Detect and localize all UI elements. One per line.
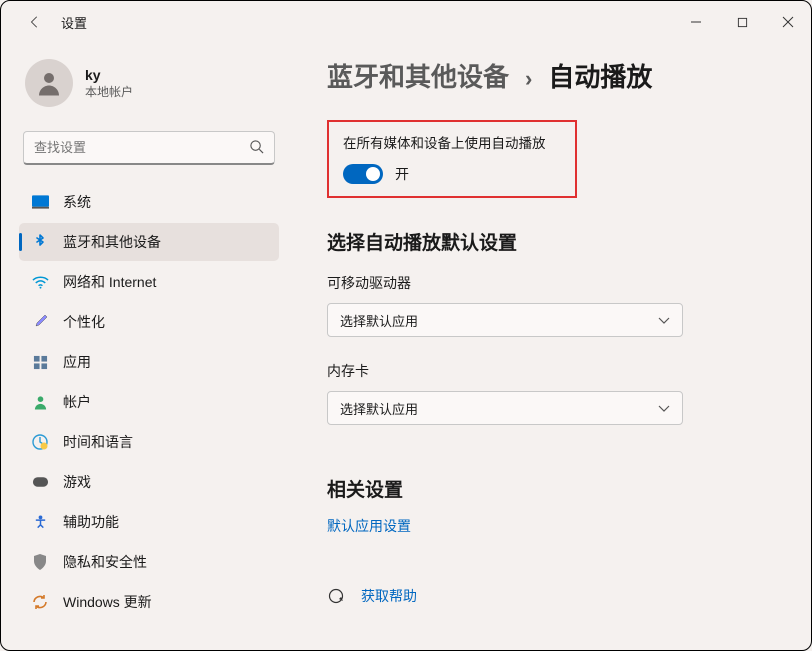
sidebar-item-personalization[interactable]: 个性化 (19, 303, 279, 341)
memory-card-field: 内存卡 选择默认应用 (327, 361, 783, 425)
sidebar-item-apps[interactable]: 应用 (19, 343, 279, 381)
account-block[interactable]: ky 本地帐户 (19, 53, 279, 121)
select-value: 选择默认应用 (340, 311, 418, 330)
removable-drive-field: 可移动驱动器 选择默认应用 (327, 273, 783, 337)
help-icon (327, 587, 345, 605)
search-icon (249, 139, 265, 155)
toggle-state-text: 开 (395, 164, 409, 184)
account-type: 本地帐户 (85, 83, 133, 100)
autoplay-label: 在所有媒体和设备上使用自动播放 (343, 132, 561, 152)
sidebar-item-update[interactable]: Windows 更新 (19, 583, 279, 621)
sidebar-item-system[interactable]: 系统 (19, 183, 279, 221)
shield-icon (31, 553, 49, 571)
sidebar-item-label: 帐户 (63, 392, 91, 412)
page-title: 自动播放 (548, 57, 652, 94)
search-input[interactable] (23, 131, 275, 165)
sidebar-item-label: 蓝牙和其他设备 (63, 232, 161, 252)
sidebar-item-label: 个性化 (63, 312, 105, 332)
chevron-down-icon (658, 401, 670, 416)
search-wrap (23, 131, 275, 165)
accessibility-icon (31, 513, 49, 531)
autoplay-toggle[interactable] (343, 164, 383, 184)
system-icon (31, 193, 49, 211)
brush-icon (31, 313, 49, 331)
window-controls (673, 6, 811, 38)
globe-clock-icon (31, 433, 49, 451)
removable-drive-label: 可移动驱动器 (327, 273, 783, 293)
wifi-icon (31, 273, 49, 291)
help-row[interactable]: 获取帮助 (327, 586, 783, 606)
nav: 系统 蓝牙和其他设备 网络和 Internet 个性化 应用 帐户 (19, 183, 279, 621)
autoplay-setting-highlighted: 在所有媒体和设备上使用自动播放 开 (327, 120, 577, 198)
memory-card-label: 内存卡 (327, 361, 783, 381)
avatar (25, 59, 73, 107)
sidebar-item-accessibility[interactable]: 辅助功能 (19, 503, 279, 541)
breadcrumb: 蓝牙和其他设备 › 自动播放 (327, 57, 783, 94)
chevron-down-icon (658, 313, 670, 328)
defaults-header: 选择自动播放默认设置 (327, 228, 783, 255)
chevron-right-icon: › (525, 66, 532, 92)
memory-card-select[interactable]: 选择默认应用 (327, 391, 683, 425)
minimize-button[interactable] (673, 6, 719, 38)
sidebar-item-label: 应用 (63, 352, 91, 372)
sidebar-item-label: 隐私和安全性 (63, 552, 147, 572)
close-button[interactable] (765, 6, 811, 38)
apps-icon (31, 353, 49, 371)
window-title: 设置 (61, 13, 87, 32)
select-value: 选择默认应用 (340, 399, 418, 418)
sidebar-item-network[interactable]: 网络和 Internet (19, 263, 279, 301)
sidebar-item-bluetooth[interactable]: 蓝牙和其他设备 (19, 223, 279, 261)
update-icon (31, 593, 49, 611)
titlebar: 设置 (1, 1, 811, 43)
back-button[interactable] (19, 6, 51, 38)
sidebar-item-time-language[interactable]: 时间和语言 (19, 423, 279, 461)
bluetooth-icon (31, 233, 49, 251)
sidebar-item-label: Windows 更新 (63, 592, 152, 612)
sidebar-item-label: 网络和 Internet (63, 272, 156, 292)
default-apps-link[interactable]: 默认应用设置 (327, 516, 783, 536)
sidebar-item-privacy[interactable]: 隐私和安全性 (19, 543, 279, 581)
main-content: 蓝牙和其他设备 › 自动播放 在所有媒体和设备上使用自动播放 开 选择自动播放默… (291, 43, 811, 650)
gamepad-icon (31, 473, 49, 491)
breadcrumb-parent[interactable]: 蓝牙和其他设备 (327, 57, 509, 94)
sidebar-item-accounts[interactable]: 帐户 (19, 383, 279, 421)
sidebar: ky 本地帐户 系统 蓝牙和其他设备 网络和 Internet (1, 43, 291, 650)
related-header: 相关设置 (327, 475, 783, 502)
maximize-button[interactable] (719, 6, 765, 38)
sidebar-item-gaming[interactable]: 游戏 (19, 463, 279, 501)
sidebar-item-label: 时间和语言 (63, 432, 133, 452)
removable-drive-select[interactable]: 选择默认应用 (327, 303, 683, 337)
sidebar-item-label: 系统 (63, 192, 91, 212)
sidebar-item-label: 游戏 (63, 472, 91, 492)
account-name: ky (85, 67, 133, 83)
person-icon (31, 393, 49, 411)
sidebar-item-label: 辅助功能 (63, 512, 119, 532)
get-help-link[interactable]: 获取帮助 (361, 586, 417, 606)
